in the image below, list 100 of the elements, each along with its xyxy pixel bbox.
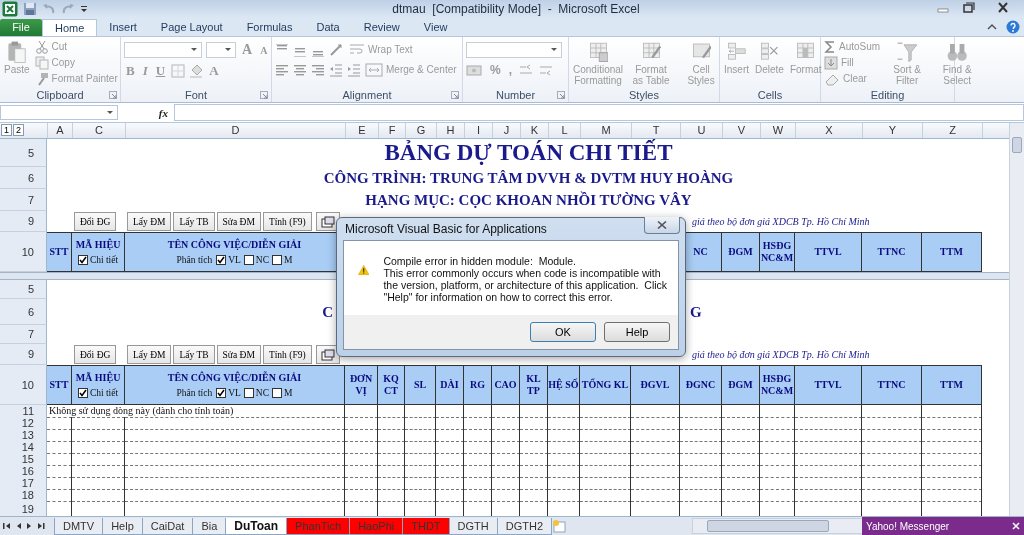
column-header[interactable]: K [520,123,548,138]
column-header[interactable]: A [47,123,72,138]
ribbon-tab[interactable]: Data [304,19,352,36]
row-number[interactable]: 7 [0,325,47,344]
column-header[interactable]: H [436,123,464,138]
column-header[interactable]: X [795,123,862,138]
sheet-button[interactable]: Lấy TB [173,212,215,231]
column-header[interactable]: I [464,123,492,138]
dialog-button[interactable]: OK [530,322,596,342]
checkbox[interactable] [77,387,88,398]
column-header[interactable]: C [72,123,125,138]
outline-level-button[interactable]: 1 [1,124,12,136]
checkbox[interactable] [77,254,88,265]
spreadsheet-logo-icon[interactable] [2,1,18,17]
ribbon-tab[interactable]: Review [351,19,412,36]
sheet-title: C [322,302,333,322]
column-header[interactable]: J [492,123,520,138]
ribbon-tab[interactable]: View [411,19,460,36]
table-cell [345,489,378,502]
row-number[interactable]: 7 [0,189,47,211]
table-cell [72,453,125,466]
sheet-tab[interactable]: Bia [192,517,227,535]
sheet-button[interactable]: Sửa ĐM [216,345,261,364]
caret-icon[interactable] [106,109,114,116]
table-cell [345,465,378,478]
row-number[interactable]: 10 [0,232,47,272]
row-number[interactable]: 6 [0,299,47,325]
ribbon-tab[interactable]: Page Layout [148,19,235,36]
row-number[interactable]: 5 [0,280,47,299]
row-number[interactable]: 9 [0,211,47,232]
sheet-button[interactable] [315,212,340,231]
sheet-button[interactable]: Đổi ĐG [74,345,117,364]
collapse-ribbon-icon[interactable] [986,22,998,32]
column-header[interactable]: Y [862,123,922,138]
sheet-tab[interactable]: Help [102,517,143,535]
column-header[interactable]: D [125,123,345,138]
checkbox[interactable] [272,254,282,265]
row-number[interactable]: 19 [0,501,47,516]
dialog-button[interactable]: Help [604,322,670,342]
sheet-button[interactable]: Đổi ĐG [74,212,117,231]
column-header[interactable]: T [631,123,680,138]
sheet-button[interactable] [315,345,340,364]
column-header[interactable]: U [680,123,722,138]
column-header[interactable]: Z [922,123,982,138]
sheet-button[interactable]: Lấy ĐM [127,212,172,231]
function-button[interactable]: fx [118,106,174,119]
checkbox[interactable] [272,387,282,398]
customize-caret-icon[interactable] [80,4,88,14]
close-icon[interactable] [1012,522,1020,530]
sheet-button[interactable]: Sửa ĐM [216,212,261,231]
sheet-button[interactable]: Lấy ĐM [127,345,172,364]
first-arrow-icon[interactable] [2,521,13,531]
column-header[interactable]: L [548,123,580,138]
table-cell [492,417,520,430]
redo-icon[interactable] [61,2,75,16]
table-cell [345,429,378,442]
vertical-scrollbar[interactable] [1009,123,1024,516]
formula-field[interactable] [174,104,1024,121]
undo-icon[interactable] [42,2,56,16]
table-cell [464,465,492,478]
sheet-tab[interactable]: DMTV [54,517,104,535]
table-cell [492,441,520,454]
file-tab[interactable]: File [0,19,42,36]
close-button[interactable] [644,217,680,234]
help-icon[interactable] [1006,20,1020,34]
ribbon-tab[interactable]: Formulas [234,19,305,36]
caret-icon[interactable] [224,47,232,53]
sheet-button[interactable]: Lấy TB [173,345,215,364]
sheet-tab[interactable]: CaiDat [141,517,194,535]
checkbox[interactable] [243,387,254,398]
column-header[interactable]: M [580,123,631,138]
column-header[interactable]: E [345,123,378,138]
sheet-tab[interactable]: DGTH [448,517,498,535]
sheet-tab[interactable]: DuToan [225,517,288,535]
messenger-window[interactable]: Yahoo! Messenger [862,517,1024,535]
column-header[interactable]: W [760,123,795,138]
column-header[interactable]: V [722,123,760,138]
row-number[interactable]: 5 [0,139,47,167]
checkbox[interactable] [216,387,227,398]
outline-level-button[interactable]: 2 [13,124,24,136]
sheet-button[interactable]: Tính (F9) [262,212,312,231]
last-arrow-icon[interactable] [35,521,46,531]
sheet-tab[interactable]: DGTH2 [496,517,553,535]
ribbon-tab[interactable]: Home [42,19,98,36]
window-icon [320,215,335,228]
checkbox[interactable] [216,254,227,265]
save-icon[interactable] [23,2,37,16]
row-number[interactable]: 10 [0,365,47,405]
ribbon-tab[interactable]: Insert [97,19,149,36]
caret-icon[interactable] [550,47,558,53]
horizontal-scrollbar[interactable] [692,518,864,534]
column-header[interactable]: G [405,123,436,138]
table-cell [862,441,922,454]
checkbox[interactable] [243,254,254,265]
column-header[interactable]: F [378,123,405,138]
caret-icon[interactable] [190,47,198,53]
sheet-button[interactable]: Tính (F9) [262,345,312,364]
row-number[interactable]: 6 [0,167,47,189]
row-number[interactable]: 9 [0,344,47,365]
header-label: ĐGM [728,246,753,258]
